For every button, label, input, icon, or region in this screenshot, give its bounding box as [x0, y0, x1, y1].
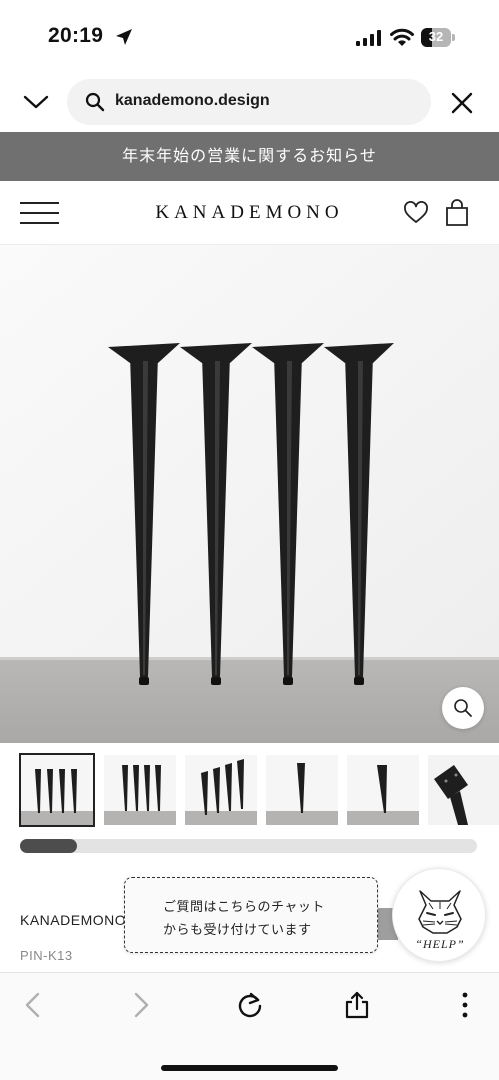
share-icon[interactable]: [343, 991, 371, 1019]
cellular-signal-icon: [356, 30, 381, 46]
chat-bubble[interactable]: ご質問はこちらのチャット からも受け付けています: [124, 877, 378, 953]
close-icon[interactable]: [451, 92, 473, 114]
leg-foot-3: [283, 677, 293, 685]
heart-icon[interactable]: [403, 201, 429, 225]
table-legs-photo: [0, 245, 499, 743]
chat-line-1: ご質問はこちらのチャット: [163, 899, 325, 914]
location-arrow-icon: [116, 29, 132, 45]
product-sku: PIN-K13: [20, 948, 73, 963]
leg-foot-4: [354, 677, 364, 685]
browser-url-bar: kanademono.design: [0, 72, 499, 132]
zoom-button[interactable]: [442, 687, 484, 729]
reload-icon[interactable]: [236, 991, 264, 1019]
announcement-banner[interactable]: 年末年始の営業に関するお知らせ: [0, 132, 499, 181]
browser-toolbar: [0, 972, 499, 1080]
search-icon: [85, 92, 105, 112]
product-main-image[interactable]: [0, 245, 499, 743]
shopping-bag-icon[interactable]: [445, 199, 469, 227]
chevron-down-icon[interactable]: [22, 92, 50, 112]
back-icon[interactable]: [20, 991, 48, 1019]
help-chat-button[interactable]: “HELP”: [392, 868, 486, 962]
thumbnail-1[interactable]: [19, 753, 95, 827]
thumbnail-strip[interactable]: [0, 743, 499, 835]
leg-foot-2: [211, 677, 221, 685]
battery-level: 32: [428, 29, 444, 44]
product-brand: KANADEMONO: [20, 912, 127, 928]
leg-foot-1: [139, 677, 149, 685]
thumbnail-5[interactable]: [347, 755, 419, 825]
thumbnail-4[interactable]: [266, 755, 338, 825]
site-header: KANADEMONO: [0, 181, 499, 245]
thumbnail-6[interactable]: [428, 755, 499, 825]
help-label: “HELP”: [415, 937, 465, 951]
home-indicator: [161, 1065, 338, 1071]
chat-line-2: からも受け付けています: [163, 922, 312, 937]
status-bar: 20:19 32: [0, 0, 499, 72]
url-text: kanademono.design: [115, 92, 270, 109]
forward-icon[interactable]: [126, 991, 154, 1019]
status-time: 20:19: [48, 24, 104, 47]
address-field[interactable]: kanademono.design: [67, 79, 431, 125]
gallery-scrollbar-thumb[interactable]: [20, 839, 77, 853]
more-icon[interactable]: [451, 991, 479, 1019]
gallery-scrollbar[interactable]: [20, 839, 477, 853]
battery-indicator: 32: [421, 28, 455, 47]
zoom-icon: [454, 699, 472, 717]
wifi-icon: [390, 28, 414, 46]
thumbnail-2[interactable]: [104, 755, 176, 825]
thumbnail-3[interactable]: [185, 755, 257, 825]
